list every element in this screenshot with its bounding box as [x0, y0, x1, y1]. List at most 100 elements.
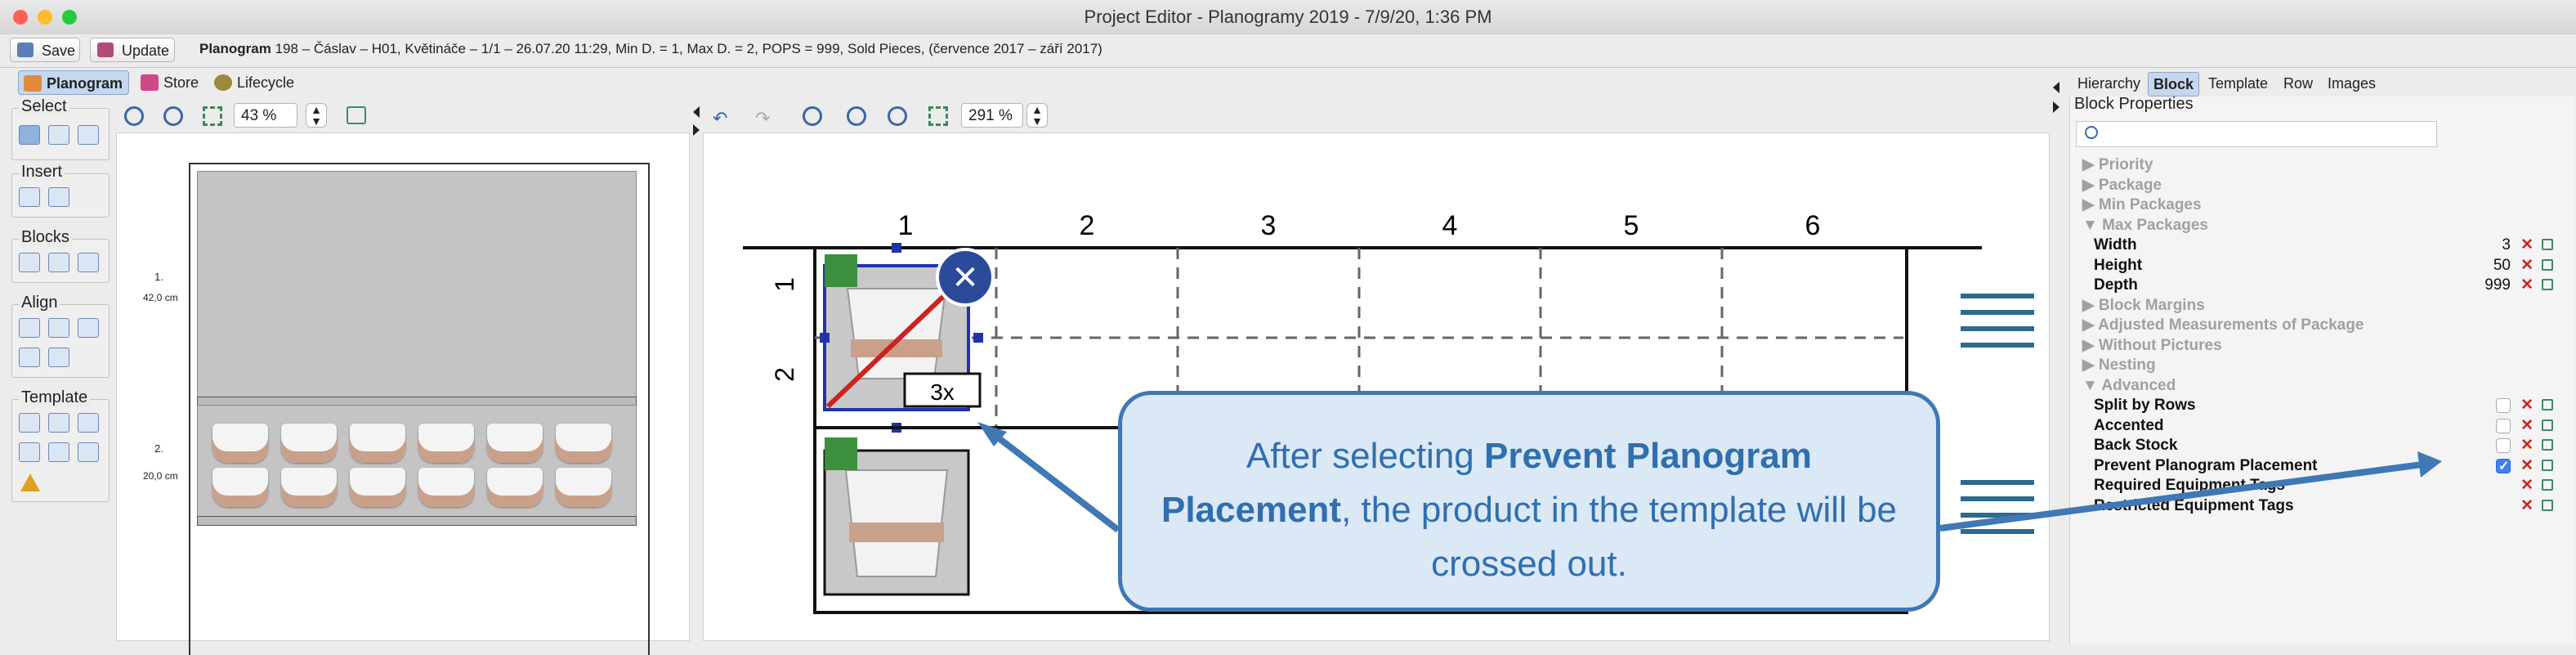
section-priority[interactable]: ▶ Priority [2082, 155, 2548, 175]
property-checkbox[interactable] [2496, 457, 2511, 477]
center-zoom-reset-icon[interactable] [888, 106, 907, 126]
collapse-left-icon[interactable] [693, 106, 700, 118]
clear-icon[interactable]: ✕ [2520, 256, 2534, 276]
tab-lifecycle[interactable]: Lifecycle [209, 70, 302, 95]
align-right-icon[interactable] [78, 318, 99, 338]
section-max-packages[interactable]: ▼ Max Packages [2082, 216, 2548, 236]
property-required-equipment-tags[interactable]: Required Equipment Tags ✕ [2082, 476, 2560, 496]
center-zoom-stepper[interactable]: ▲ ▼ [1026, 103, 1048, 128]
distribute-icon[interactable] [48, 348, 69, 367]
left-zoom-field[interactable]: 43 % [234, 103, 297, 128]
property-checkbox[interactable] [2496, 418, 2511, 433]
expand-left-icon[interactable] [693, 124, 700, 136]
tab-images[interactable]: Images [2323, 72, 2381, 95]
expand-right-icon[interactable] [2053, 101, 2059, 113]
row-handle-icon[interactable] [1961, 343, 2034, 348]
center-zoom-field[interactable]: 291 % [961, 103, 1023, 128]
left-zoom-stepper[interactable]: ▲ ▼ [306, 103, 327, 128]
section-min-packages[interactable]: ▶ Min Packages [2082, 195, 2548, 215]
redo-icon[interactable]: ↷ [755, 108, 770, 129]
tab-hierarchy[interactable]: Hierarchy [2073, 72, 2145, 95]
center-fit-icon[interactable] [928, 106, 948, 126]
tab-row[interactable]: Row [2279, 72, 2318, 95]
section-without-pictures[interactable]: ▶ Without Pictures [2082, 336, 2548, 356]
template-tool-1[interactable] [19, 413, 40, 433]
block-tool-2[interactable] [48, 253, 69, 272]
select-grid-tool[interactable] [48, 125, 69, 145]
clear-icon[interactable]: ✕ [2520, 496, 2534, 516]
clear-icon[interactable]: ✕ [2520, 276, 2534, 295]
property-restricted-equipment-tags[interactable]: Restricted Equipment Tags ✕ [2082, 496, 2560, 516]
section-advanced[interactable]: ▼ Advanced [2082, 376, 2548, 396]
collapse-right-icon[interactable] [2053, 82, 2059, 93]
insert-product-tool[interactable] [19, 187, 40, 207]
align-justify-icon[interactable] [19, 348, 40, 367]
center-zoom-out-icon[interactable] [847, 106, 866, 126]
row-handle-icon[interactable] [1961, 513, 2034, 518]
center-zoom-in-icon[interactable] [803, 106, 822, 126]
property-prevent-planogram-placement[interactable]: Prevent Planogram Placement ✕ [2082, 456, 2560, 477]
property-checkbox[interactable] [2496, 398, 2511, 413]
section-nesting[interactable]: ▶ Nesting [2082, 356, 2548, 375]
tab-store[interactable]: Store [136, 70, 204, 95]
section-adjusted-measurements-of-package[interactable]: ▶ Adjusted Measurements of Package [2082, 316, 2548, 335]
zoom-in-icon[interactable] [124, 106, 144, 126]
template-tool-5[interactable] [48, 442, 69, 462]
template-tool-6[interactable] [78, 442, 99, 462]
template-tool-2[interactable] [48, 413, 69, 433]
copy-icon[interactable] [2542, 258, 2553, 271]
copy-icon[interactable] [2542, 439, 2553, 451]
section-block-margins[interactable]: ▶ Block Margins [2082, 296, 2548, 316]
tab-planogram[interactable]: Planogram [18, 70, 129, 95]
clear-icon[interactable]: ✕ [2520, 236, 2534, 255]
row-handle-icon[interactable] [1961, 496, 2034, 501]
insert-text-tool[interactable] [48, 187, 69, 207]
block-tool-3[interactable] [78, 253, 99, 272]
row-handle-icon[interactable] [1961, 529, 2034, 534]
property-height[interactable]: Height 50 ✕ [2082, 256, 2560, 276]
select-cart-tool[interactable] [78, 125, 99, 145]
clear-icon[interactable]: ✕ [2520, 476, 2534, 496]
property-checkbox[interactable] [2496, 438, 2511, 453]
undo-icon[interactable]: ↶ [713, 108, 727, 129]
property-search-input[interactable] [2076, 121, 2437, 147]
save-button[interactable]: Save [10, 38, 80, 62]
template-tool-3[interactable] [78, 413, 99, 433]
property-depth[interactable]: Depth 999 ✕ [2082, 276, 2560, 295]
clear-icon[interactable]: ✕ [2520, 436, 2534, 455]
property-back-stock[interactable]: Back Stock ✕ [2082, 436, 2560, 455]
copy-icon[interactable] [2542, 399, 2553, 410]
row-handle-icon[interactable] [1961, 294, 2034, 298]
copy-icon[interactable] [2542, 499, 2553, 511]
row-handle-icon[interactable] [1961, 326, 2034, 331]
clear-icon[interactable]: ✕ [2520, 416, 2534, 436]
selection-handle[interactable] [973, 333, 983, 343]
property-accented[interactable]: Accented ✕ [2082, 416, 2560, 436]
copy-icon[interactable] [2542, 459, 2553, 471]
property-split-by-rows[interactable]: Split by Rows ✕ [2082, 396, 2560, 415]
update-button[interactable]: Update [90, 38, 175, 62]
select-tool[interactable] [19, 125, 40, 145]
copy-icon[interactable] [2542, 419, 2553, 431]
warning-icon[interactable] [20, 473, 40, 491]
section-package[interactable]: ▶ Package [2082, 176, 2548, 195]
align-left-icon[interactable] [19, 318, 40, 338]
row-handle-icon[interactable] [1961, 480, 2034, 485]
align-center-icon[interactable] [48, 318, 69, 338]
fit-icon[interactable] [203, 106, 222, 126]
zoom-out-icon[interactable] [163, 106, 183, 126]
clear-icon[interactable]: ✕ [2520, 456, 2534, 476]
tab-template[interactable]: Template [2203, 72, 2273, 95]
clear-icon[interactable]: ✕ [2520, 396, 2534, 415]
selection-handle[interactable] [820, 333, 830, 343]
template-tool-4[interactable] [19, 442, 40, 462]
copy-icon[interactable] [2542, 479, 2553, 491]
tab-block[interactable]: Block [2148, 72, 2200, 96]
property-width[interactable]: Width 3 ✕ [2082, 236, 2560, 255]
copy-icon[interactable] [2542, 239, 2553, 250]
row-handle-icon[interactable] [1961, 310, 2034, 315]
selection-handle[interactable] [892, 243, 901, 253]
snapshot-icon[interactable] [347, 106, 366, 124]
copy-icon[interactable] [2542, 279, 2553, 290]
block-tool-1[interactable] [19, 253, 40, 272]
